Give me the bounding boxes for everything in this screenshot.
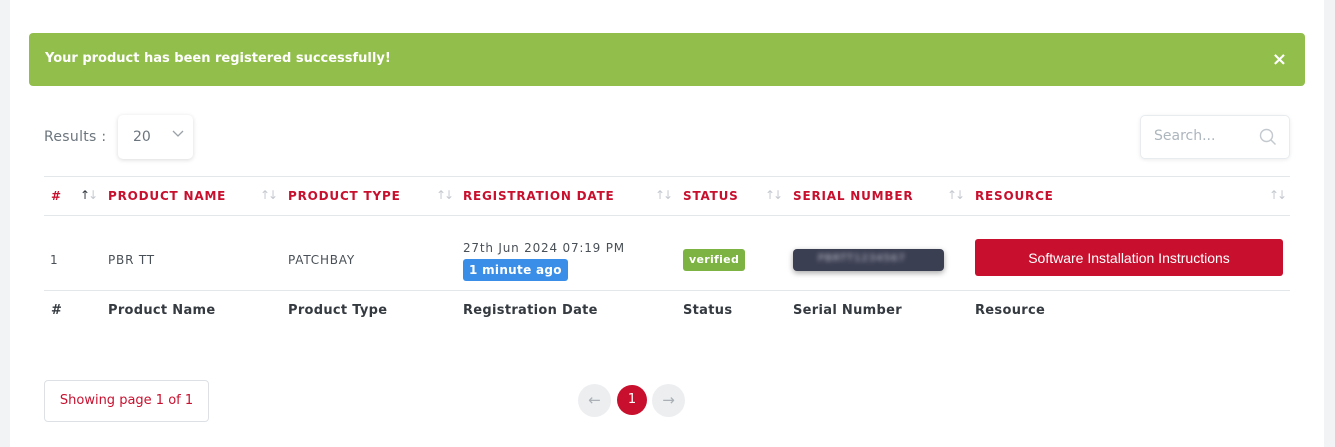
success-alert: Your product has been registered success… xyxy=(29,33,1305,86)
row-product-type: PATCHBAY xyxy=(288,253,356,267)
serial-number-blurred: PBRTT1234567 xyxy=(793,249,944,271)
close-icon[interactable]: × xyxy=(1272,49,1287,70)
search-box[interactable] xyxy=(1140,115,1290,159)
footer-product-type: Product Type xyxy=(288,303,388,318)
header-product-type[interactable]: PRODUCT TYPE xyxy=(288,189,401,203)
footer-status: Status xyxy=(683,303,733,318)
table-top-border xyxy=(44,176,1290,177)
chevron-down-icon xyxy=(172,130,184,137)
row-divider xyxy=(44,290,1290,291)
header-status[interactable]: STATUS xyxy=(683,189,739,203)
results-label: Results : xyxy=(44,129,107,145)
header-resource[interactable]: RESOURCE xyxy=(975,189,1054,203)
alert-message: Your product has been registered success… xyxy=(45,51,391,66)
sort-serial-number-icon[interactable]: ↑↓ xyxy=(947,188,965,202)
sort-status-icon[interactable]: ↑↓ xyxy=(765,188,783,202)
sort-resource-icon[interactable]: ↑↓ xyxy=(1269,188,1287,202)
sort-product-type-icon[interactable]: ↑↓ xyxy=(436,188,454,202)
serial-number-text: PBRTT1234567 xyxy=(818,253,906,264)
search-input[interactable] xyxy=(1154,128,1254,144)
row-index: 1 xyxy=(50,253,59,267)
header-registration-date[interactable]: REGISTRATION DATE xyxy=(463,189,615,203)
footer-index: # xyxy=(51,303,63,318)
page-info: Showing page 1 of 1 xyxy=(44,380,209,422)
search-icon xyxy=(1259,128,1276,145)
prev-page-button[interactable]: ← xyxy=(578,384,611,417)
relative-time-badge: 1 minute ago xyxy=(463,259,568,281)
status-badge: verified xyxy=(683,249,746,271)
page-size-select[interactable]: 20 xyxy=(118,115,193,159)
page-1-button[interactable]: 1 xyxy=(617,385,647,415)
sort-index-icon[interactable]: ↑↓ xyxy=(80,188,98,202)
page-size-value: 20 xyxy=(133,129,151,145)
next-page-button[interactable]: → xyxy=(652,384,685,417)
sort-product-name-icon[interactable]: ↑↓ xyxy=(260,188,278,202)
footer-product-name: Product Name xyxy=(108,303,216,318)
header-product-name[interactable]: PRODUCT NAME xyxy=(108,189,226,203)
row-product-name: PBR TT xyxy=(108,253,155,267)
software-installation-button[interactable]: Software Installation Instructions xyxy=(975,239,1283,276)
header-serial-number[interactable]: SERIAL NUMBER xyxy=(793,189,913,203)
header-index: # xyxy=(51,189,62,203)
sort-registration-date-icon[interactable]: ↑↓ xyxy=(655,188,673,202)
footer-resource: Resource xyxy=(975,303,1046,318)
header-divider xyxy=(44,215,1290,216)
footer-serial-number: Serial Number xyxy=(793,303,902,318)
row-registration-date: 27th Jun 2024 07:19 PM xyxy=(463,241,625,255)
footer-registration-date: Registration Date xyxy=(463,303,598,318)
